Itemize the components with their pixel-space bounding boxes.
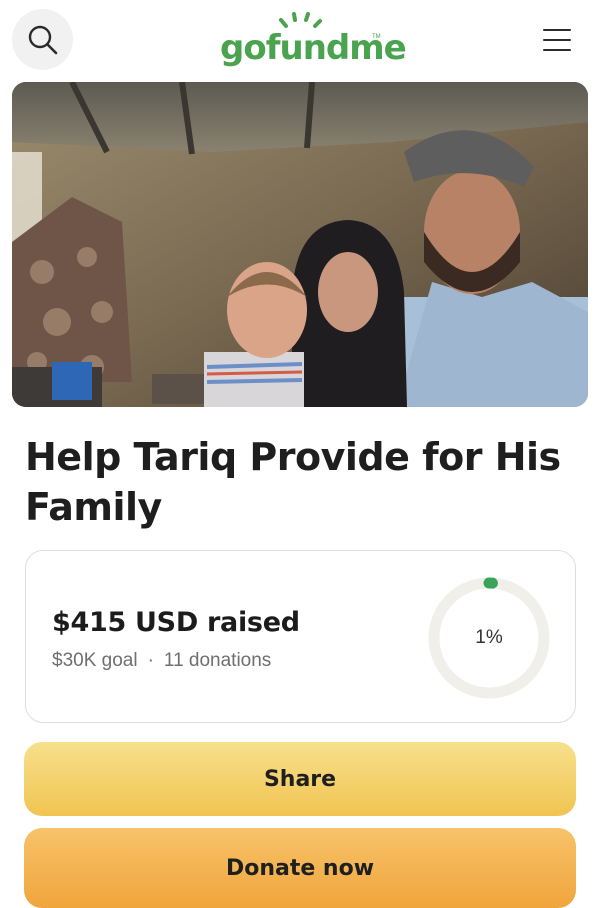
logo-text: gofundme bbox=[220, 28, 407, 68]
share-button[interactable]: Share bbox=[24, 742, 576, 816]
top-header: gofundme TM bbox=[0, 0, 600, 80]
goal-and-donations: $30K goal · 11 donations bbox=[52, 650, 271, 672]
family-photo bbox=[12, 82, 588, 407]
gofundme-logo[interactable]: gofundme TM bbox=[220, 12, 407, 70]
goal-amount: $30K goal bbox=[52, 650, 138, 671]
campaign-hero-image[interactable] bbox=[12, 82, 588, 407]
hamburger-menu-icon-line bbox=[543, 39, 571, 41]
hamburger-menu-icon-line bbox=[543, 29, 571, 31]
search-button[interactable] bbox=[12, 9, 73, 70]
hamburger-menu-icon-line bbox=[543, 49, 571, 51]
separator-dot: · bbox=[147, 650, 154, 671]
progress-percent: 1% bbox=[475, 627, 503, 648]
hamburger-menu-button[interactable] bbox=[540, 26, 574, 54]
search-icon bbox=[28, 25, 57, 54]
donate-now-button[interactable]: Donate now bbox=[24, 828, 576, 908]
donation-progress-card: $415 USD raised $30K goal · 11 donations 1… bbox=[25, 550, 576, 723]
campaign-title: Help Tariq Provide for His Family bbox=[25, 435, 561, 529]
logo-trademark: TM bbox=[372, 34, 381, 40]
donation-count[interactable]: 11 donations bbox=[164, 650, 271, 671]
amount-raised: $415 USD raised bbox=[52, 607, 300, 638]
